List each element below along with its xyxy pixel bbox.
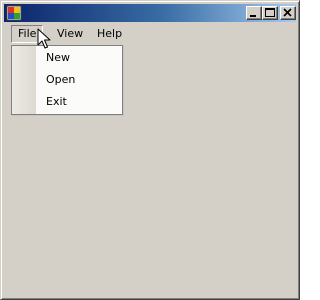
application-window: File View Help New Open Exit	[0, 0, 300, 300]
title-bar[interactable]	[4, 4, 296, 22]
file-menu-dropdown: New Open Exit	[11, 45, 123, 115]
close-button[interactable]	[280, 6, 296, 20]
menu-help[interactable]: Help	[90, 25, 129, 43]
menu-item-exit[interactable]: Exit	[46, 92, 67, 112]
menu-item-new[interactable]: New	[46, 48, 70, 68]
app-icon[interactable]	[6, 5, 22, 21]
menu-item-open[interactable]: Open	[46, 70, 75, 90]
minimize-icon	[250, 15, 256, 17]
menu-icon-gutter	[12, 46, 36, 114]
maximize-button[interactable]	[262, 6, 278, 20]
close-icon	[283, 8, 292, 17]
mouse-pointer-icon	[37, 28, 51, 49]
menu-view[interactable]: View	[50, 25, 90, 43]
maximize-icon	[265, 8, 275, 17]
minimize-button[interactable]	[246, 6, 262, 20]
